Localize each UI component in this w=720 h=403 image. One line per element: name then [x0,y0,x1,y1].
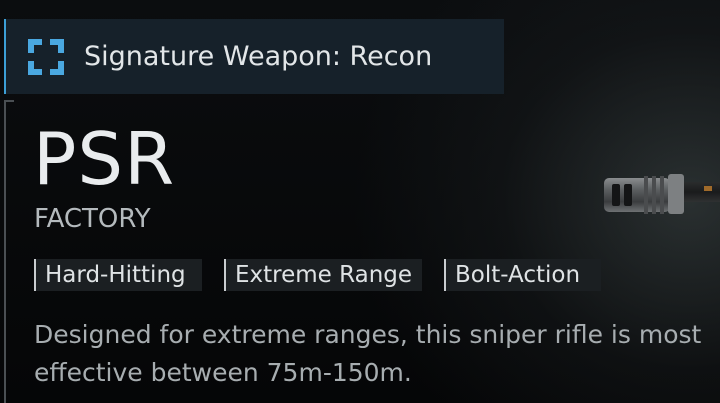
tag-bolt-action: Bolt-Action [444,259,601,291]
recon-target-icon [28,39,64,75]
weapon-name: PSR [33,117,176,201]
tag-extreme-range: Extreme Range [224,259,422,291]
weapon-variant: FACTORY [34,204,151,234]
tag-hard-hitting: Hard-Hitting [34,259,202,291]
signature-weapon-label: Signature Weapon: Recon [84,41,433,72]
frame-bracket [4,100,14,403]
weapon-description: Designed for extreme ranges, this sniper… [34,320,702,387]
signature-weapon-banner: Signature Weapon: Recon [4,19,504,94]
sniper-rifle-image [604,174,720,214]
